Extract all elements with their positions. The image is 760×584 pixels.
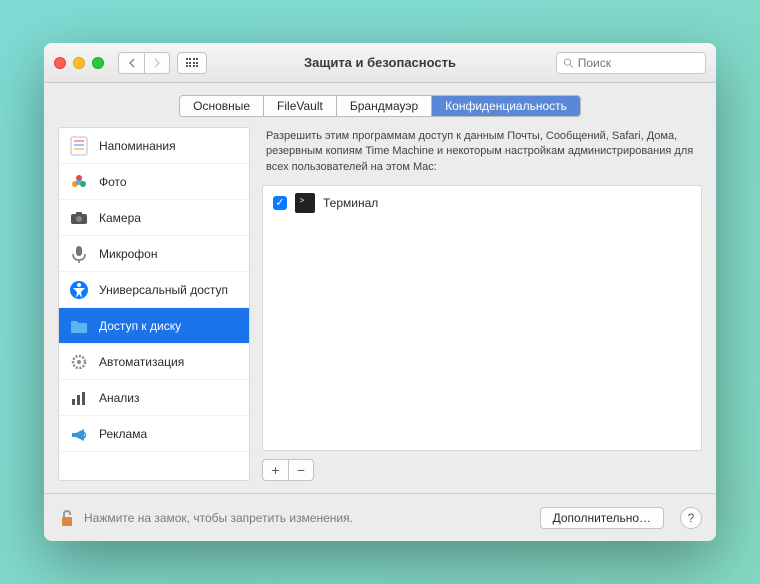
gear-icon <box>67 350 91 374</box>
privacy-sidebar[interactable]: Напоминания Фото Камера Микрофон Универс… <box>58 127 250 481</box>
preferences-window: Защита и безопасность Основные FileVault… <box>44 43 716 541</box>
camera-icon <box>67 206 91 230</box>
tab-firewall[interactable]: Брандмауэр <box>337 96 432 116</box>
sidebar-item-advertising[interactable]: Реклама <box>59 416 249 452</box>
tab-general[interactable]: Основные <box>180 96 264 116</box>
sidebar-item-camera[interactable]: Камера <box>59 200 249 236</box>
photos-icon <box>67 170 91 194</box>
minimize-icon[interactable] <box>73 57 85 69</box>
sidebar-item-photos[interactable]: Фото <box>59 164 249 200</box>
segmented-control: Основные FileVault Брандмауэр Конфиденци… <box>179 95 581 117</box>
microphone-icon <box>67 242 91 266</box>
traffic-lights <box>54 57 104 69</box>
advanced-button[interactable]: Дополнительно… <box>540 507 664 529</box>
app-label: Терминал <box>323 196 378 210</box>
sidebar-item-label: Реклама <box>99 427 147 441</box>
tab-privacy[interactable]: Конфиденциальность <box>432 96 580 116</box>
tab-bar: Основные FileVault Брандмауэр Конфиденци… <box>44 83 716 127</box>
add-button[interactable]: + <box>262 459 288 481</box>
sidebar-item-label: Микрофон <box>99 247 157 261</box>
megaphone-icon <box>67 422 91 446</box>
back-button[interactable] <box>118 52 144 74</box>
sidebar-item-full-disk-access[interactable]: Доступ к диску <box>59 308 249 344</box>
footer: Нажмите на замок, чтобы запретить измене… <box>44 493 716 541</box>
tab-filevault[interactable]: FileVault <box>264 96 337 116</box>
grid-icon <box>186 58 199 67</box>
sidebar-item-label: Автоматизация <box>99 355 184 369</box>
description-text: Разрешить этим программам доступ к данны… <box>262 127 702 185</box>
search-field[interactable] <box>556 52 706 74</box>
checkbox[interactable] <box>273 196 287 210</box>
lock-icon[interactable] <box>58 508 76 528</box>
analytics-icon <box>67 386 91 410</box>
sidebar-item-reminders[interactable]: Напоминания <box>59 128 249 164</box>
accessibility-icon <box>67 278 91 302</box>
app-row-terminal[interactable]: Терминал <box>263 186 701 220</box>
add-remove-buttons: + − <box>262 459 702 481</box>
sidebar-item-label: Доступ к диску <box>99 319 181 333</box>
sidebar-item-label: Фото <box>99 175 127 189</box>
folder-icon <box>67 314 91 338</box>
sidebar-item-analytics[interactable]: Анализ <box>59 380 249 416</box>
sidebar-item-automation[interactable]: Автоматизация <box>59 344 249 380</box>
terminal-icon <box>295 193 315 213</box>
app-list[interactable]: Терминал <box>262 185 702 451</box>
sidebar-item-label: Анализ <box>99 391 140 405</box>
show-all-button[interactable] <box>177 52 207 74</box>
nav-buttons <box>118 52 170 74</box>
remove-button[interactable]: − <box>288 459 314 481</box>
sidebar-item-label: Напоминания <box>99 139 176 153</box>
sidebar-item-accessibility[interactable]: Универсальный доступ <box>59 272 249 308</box>
help-button[interactable]: ? <box>680 507 702 529</box>
lock-text: Нажмите на замок, чтобы запретить измене… <box>84 511 353 525</box>
forward-button[interactable] <box>144 52 170 74</box>
sidebar-item-label: Камера <box>99 211 141 225</box>
search-icon <box>563 57 574 69</box>
sidebar-item-microphone[interactable]: Микрофон <box>59 236 249 272</box>
main-panel: Разрешить этим программам доступ к данны… <box>262 127 702 481</box>
content-area: Напоминания Фото Камера Микрофон Универс… <box>44 127 716 493</box>
search-input[interactable] <box>578 56 699 70</box>
close-icon[interactable] <box>54 57 66 69</box>
sidebar-item-label: Универсальный доступ <box>99 283 228 297</box>
titlebar: Защита и безопасность <box>44 43 716 83</box>
zoom-icon[interactable] <box>92 57 104 69</box>
reminders-icon <box>67 134 91 158</box>
